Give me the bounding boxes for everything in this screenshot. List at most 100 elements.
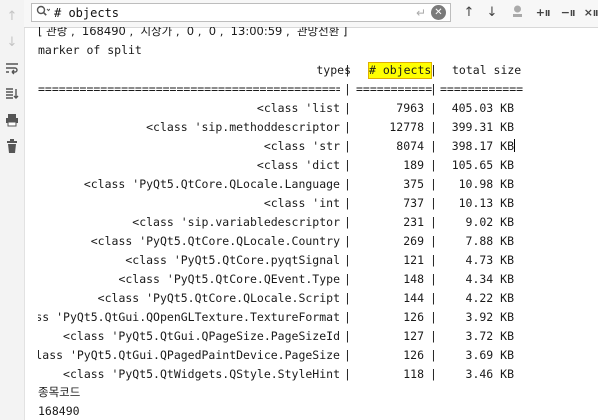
row-total-size: 4.73 KB — [465, 253, 514, 267]
row-type: <class 'sip.variabledescriptor — [132, 215, 340, 229]
row-type: <class 'str — [263, 139, 340, 153]
separator-types: ========================================… — [38, 82, 340, 96]
row-object-count: 375 — [403, 177, 424, 191]
column-divider: | — [344, 272, 351, 286]
row-total-size: 405.03 KB — [451, 101, 514, 115]
table-row: <class 'dict | 189 | 105.65 KB — [38, 156, 598, 175]
table-header: types | # objects | total size — [38, 61, 598, 80]
row-type: <class 'PyQt5.QtCore.QLocale.Country — [90, 234, 340, 248]
table-row: <class 'PyQt5.QtCore.QEvent.Type | 148 | 4.3… — [38, 270, 598, 289]
table-row: <class 'PyQt5.QtGui.QPageSize.PageSizeId… — [38, 327, 598, 346]
row-object-count: 126 — [403, 348, 424, 362]
column-divider: | — [344, 177, 351, 191]
footer-label: 종목코드 — [38, 385, 81, 399]
column-divider: | — [430, 367, 437, 381]
scroll-down-icon[interactable]: ↓ — [4, 34, 20, 50]
column-divider: | — [430, 253, 437, 267]
column-divider: | — [344, 234, 351, 248]
column-divider: | — [430, 272, 437, 286]
table-row: <class 'PyQt5.QtCore.QLocale.Script | 144 |… — [38, 289, 598, 308]
row-total-size: 10.98 KB — [458, 177, 514, 191]
column-divider: | — [430, 101, 437, 115]
row-object-count: 269 — [403, 234, 424, 248]
row-type: <class 'int — [263, 196, 340, 210]
row-total-size: 3.69 KB — [465, 348, 514, 362]
search-icon[interactable] — [32, 5, 54, 20]
row-total-size: 3.72 KB — [465, 329, 514, 343]
table-row: <class 'int | 737 | 10.13 KB — [38, 194, 598, 213]
find-next-icon[interactable]: ↓ — [482, 4, 502, 22]
separator-objects: =========== — [356, 82, 433, 96]
row-type: <class 'PyQt5.QtCore.QEvent.Type — [118, 272, 340, 286]
column-divider: | — [430, 310, 437, 324]
column-divider: | — [430, 196, 437, 210]
row-type: <class 'PyQt5.QtGui.QOpenGLTexture.Textu… — [38, 310, 340, 324]
separator-size: ============ — [440, 82, 524, 96]
row-type: <class 'dict — [256, 158, 340, 172]
row-object-count: 737 — [403, 196, 424, 210]
column-divider: | — [430, 158, 437, 172]
enter-icon: ↵ — [415, 5, 427, 20]
row-total-size: 7.88 KB — [465, 234, 514, 248]
word-wrap-icon[interactable] — [4, 60, 20, 76]
text-cursor — [514, 137, 515, 156]
footer-value: 168490 — [38, 404, 80, 418]
remove-filter-icon[interactable]: −Ⅱ — [558, 4, 578, 22]
column-divider: | — [344, 367, 351, 381]
column-divider: | — [430, 120, 437, 134]
column-divider: | — [344, 253, 351, 267]
row-object-count: 7963 — [396, 101, 424, 115]
clear-filter-icon[interactable]: ×Ⅱ — [581, 4, 598, 22]
column-divider: | — [430, 291, 437, 305]
row-type: <class 'PyQt5.QtGui.QPageSize.PageSizeId — [63, 329, 340, 343]
row-total-size: 10.13 KB — [458, 196, 514, 210]
column-divider: | — [344, 348, 351, 362]
clear-search-icon[interactable]: ✕ — [431, 5, 446, 20]
row-total-size: 3.92 KB — [465, 310, 514, 324]
row-type: <class 'PyQt5.QtWidgets.QStyle.StyleHint — [63, 367, 340, 381]
table-row: <class 'list | 7963 | 405.03 KB — [38, 99, 598, 118]
row-type: <class 'PyQt5.QtGui.QPagedPaintDevice.Pa… — [38, 348, 340, 362]
table-row: <class 'PyQt5.QtWidgets.QStyle.StyleHint… — [38, 365, 598, 384]
column-divider: | — [430, 329, 437, 343]
row-total-size: 105.65 KB — [451, 158, 514, 172]
scroll-up-icon[interactable]: ↑ — [4, 8, 20, 24]
row-object-count: 189 — [403, 158, 424, 172]
scroll-to-end-icon[interactable] — [4, 86, 20, 102]
column-divider: | — [430, 139, 437, 153]
column-divider: | — [344, 291, 351, 305]
trash-icon[interactable] — [4, 138, 20, 154]
column-divider: | — [344, 329, 351, 343]
row-object-count: 8074 — [396, 139, 424, 153]
search-input[interactable] — [54, 4, 411, 21]
add-filter-icon[interactable]: +Ⅱ — [533, 4, 553, 22]
row-total-size: 4.22 KB — [465, 291, 514, 305]
column-divider: | — [430, 63, 437, 77]
log-text-area[interactable]: [ 관랑 , 168490 , 시상가 , 0 , 0 , 13:00:59 ,… — [38, 27, 598, 420]
column-divider: | — [430, 234, 437, 248]
column-divider: | — [344, 310, 351, 324]
header-objects-highlight: # objects — [367, 62, 433, 79]
row-type: <class 'list — [256, 101, 340, 115]
table-row: <class 'str | 8074 | 398.17 KB — [38, 137, 598, 156]
table-row: <class 'PyQt5.QtCore.pyqtSignal | 121 | 4.73… — [38, 251, 598, 270]
row-type: <class 'sip.methoddescriptor — [146, 120, 340, 134]
column-divider: | — [344, 63, 351, 77]
row-object-count: 148 — [403, 272, 424, 286]
column-divider: | — [344, 120, 351, 134]
row-object-count: 121 — [403, 253, 424, 267]
side-toolbar: ↑ ↓ — [0, 0, 25, 420]
row-object-count: 126 — [403, 310, 424, 324]
search-box: ↵ ✕ — [31, 3, 451, 22]
column-divider: | — [430, 215, 437, 229]
table-row: <class 'sip.variabledescriptor | 231 | 9.02 … — [38, 213, 598, 232]
log-line: marker of split — [38, 43, 142, 57]
column-divider: | — [344, 215, 351, 229]
log-line: [ 관랑 , 168490 , 시상가 , 0 , 0 , 13:00:59 ,… — [38, 27, 348, 38]
find-options-icon[interactable] — [507, 4, 527, 22]
column-divider: | — [344, 82, 351, 96]
column-divider: | — [344, 101, 351, 115]
print-icon[interactable] — [4, 112, 20, 128]
find-previous-icon[interactable]: ↑ — [459, 4, 479, 22]
column-divider: | — [344, 196, 351, 210]
